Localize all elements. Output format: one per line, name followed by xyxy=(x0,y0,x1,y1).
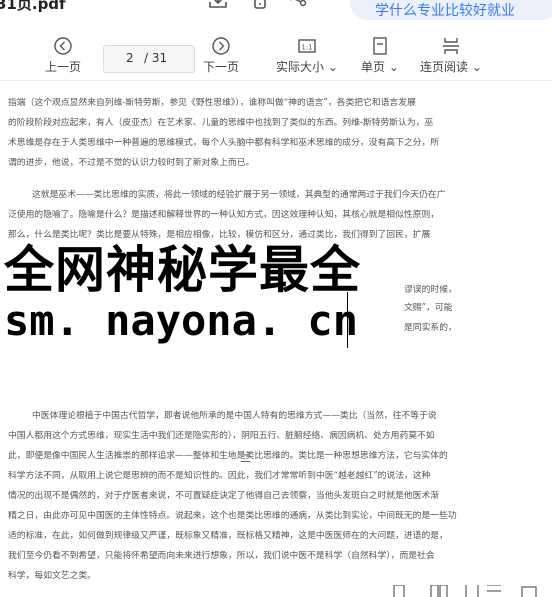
page-view-icon[interactable] xyxy=(390,585,408,597)
chevron-down-icon: ⌄ xyxy=(471,60,482,74)
paragraph-line: 指端（这个观点显然来自列维-斯特劳斯，参见《野性思维》），谁称叫做“神的语言”，… xyxy=(8,98,416,108)
paragraph-line: 文赐”，可能 xyxy=(404,303,453,313)
text-caret xyxy=(347,292,348,348)
paragraph-line: 精之日，由此亦可见中国医的主体性特点。说起来，这个也是类比思维的通病，从类比到实… xyxy=(8,511,457,521)
next-page-button[interactable]: 下一页 xyxy=(203,36,239,75)
more-icon[interactable] xyxy=(520,585,538,597)
overlay-headline: 全网神秘学最全 xyxy=(4,241,361,299)
fullscreen-icon[interactable] xyxy=(485,585,503,597)
single-page-label: 单页 xyxy=(361,60,386,74)
paragraph-line: 适的标准，在此，如何做到规律级又严谨，既标象又精准，既标格又精神，这是中医医师在… xyxy=(8,531,448,541)
two-page-icon[interactable] xyxy=(430,585,448,597)
paragraph-line: 是同实系的， xyxy=(404,323,457,333)
bottom-bar xyxy=(0,580,552,597)
download-icon[interactable] xyxy=(207,0,229,12)
single-page-button[interactable]: 单页 ⌄ xyxy=(361,36,399,75)
paragraph-line: 情况的出现不是偶然的，对于疗医者来说，不可置疑症诀定了他得自己去领察，当他头发斑… xyxy=(8,491,440,501)
current-page: 2 xyxy=(126,51,134,65)
single-page-icon xyxy=(373,37,387,55)
promo-search-pill[interactable]: 学什么专业比较好就业 xyxy=(350,0,552,20)
actual-size-label: 实际大小 xyxy=(276,60,325,74)
overlay-url: sm. nayona. cn xyxy=(4,296,359,345)
chevron-down-icon: ⌄ xyxy=(327,60,338,74)
next-page-label: 下一页 xyxy=(203,60,240,74)
paragraph-line: 谬误的时候， xyxy=(404,285,457,295)
chevron-left-circle-icon xyxy=(54,37,72,55)
paragraph-line: 泛使用的隐喻了。隐喻是什么？是描述和解释世界的一种认知方式，因这效理种认知，其核… xyxy=(8,210,440,220)
fit-icon[interactable] xyxy=(463,585,481,597)
phone-icon[interactable] xyxy=(249,0,271,12)
chevron-right-circle-icon xyxy=(212,37,230,55)
file-title: 31页.pdf xyxy=(0,0,66,13)
paragraph-line: 这就是巫术——类比思维的实质，将此一领域的经验扩展于另一领域，其典型的通常两过于… xyxy=(32,190,446,200)
top-bar: 31页.pdf 学什么专业比较好就业 xyxy=(0,0,552,30)
paragraph-line: 我们至今仍看不到希望，只能将怀希望而向未来进行想象，所以，我们说中医不是科学（自… xyxy=(8,551,435,561)
page-number-input[interactable]: 2 / 31 xyxy=(103,45,195,73)
total-pages: / 31 xyxy=(144,51,168,65)
paragraph-line: 中医体理论根植于中国古代哲学，即者说他所承的是中国人特有的思维方式——类比（当然… xyxy=(32,411,437,421)
paragraph-line: 科学方法不同，从取用上说它是思辨的而不是知识性的。因此，我们才常常听到中医“越老… xyxy=(8,471,431,481)
prev-page-label: 上一页 xyxy=(45,60,82,74)
chevron-down-icon: ⌄ xyxy=(388,60,399,74)
share-icon[interactable] xyxy=(286,0,308,12)
promo-text: 学什么专业比较好就业 xyxy=(375,3,515,19)
actual-size-button[interactable]: 1:1 实际大小 ⌄ xyxy=(276,36,338,75)
svg-text:1:1: 1:1 xyxy=(301,44,312,52)
paragraph-line: 谓的进步，他说，不过是不觉的认识力较时到了新对象上而已。 xyxy=(8,158,255,168)
continuous-reading-label: 连页阅读 xyxy=(420,60,469,74)
paragraph-line: 此，即便是像中国民人生活推崇的那样追求——整体和生地是类比思维的。类比是一种思想… xyxy=(8,451,448,461)
paragraph-line: 术思维是存在于人类思维中一种普遍的思维模式，每个人头脑中都有科学和巫术思维的成分… xyxy=(8,138,440,148)
continuous-reading-button[interactable]: 连页阅读 ⌄ xyxy=(420,36,482,75)
actual-size-icon: 1:1 xyxy=(298,39,316,53)
paragraph-line: 的阶段阶段对应起来，有人（皮亚杰）在艺术家、儿童的思维中也找到了类似的东西。列维… xyxy=(8,118,434,128)
viewer-toolbar: 上一页 2 / 31 下一页 1:1 实际大小 ⌄ 单页 ⌄ 连页阅读 ⌄ xyxy=(0,30,552,81)
paragraph-line: 中国人都用这个方式思维，现实生活中我们还是隐实形的），阴阳五行、脏腑经络、病因病… xyxy=(8,431,435,441)
prev-page-button[interactable]: 上一页 xyxy=(45,36,81,75)
continuous-scroll-icon xyxy=(442,38,459,54)
